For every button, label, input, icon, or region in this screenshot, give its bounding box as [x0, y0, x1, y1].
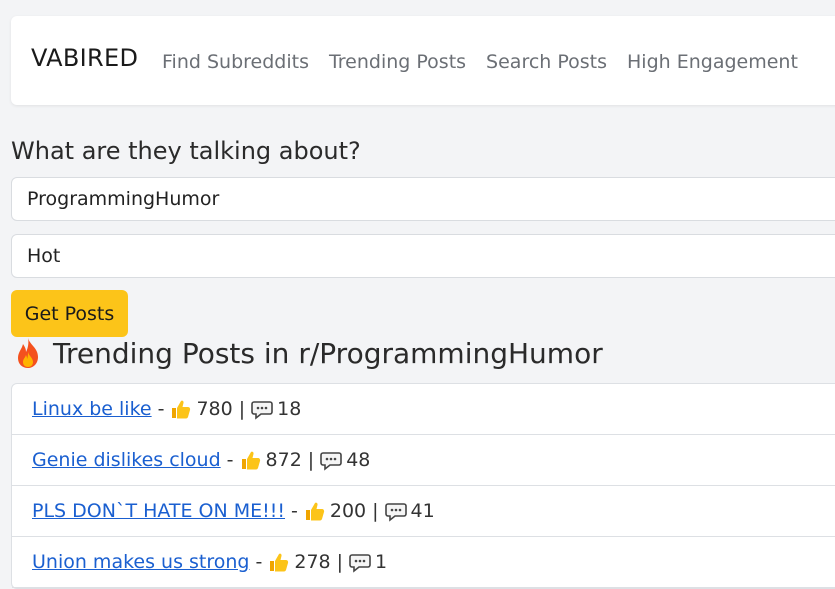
sort-select[interactable]: Hot [11, 234, 835, 278]
divider-pipe: | [307, 449, 315, 471]
separator: - [255, 551, 263, 573]
top-navbar: VABIRED Find Subreddits Trending Posts S… [11, 16, 835, 105]
subreddit-input[interactable]: ProgrammingHumor [11, 177, 835, 221]
comment-icon [384, 500, 407, 522]
thumbs-up-icon [268, 551, 290, 573]
nav-links: Find Subreddits Trending Posts Search Po… [162, 51, 798, 73]
comment-icon [251, 398, 273, 420]
nav-find-subreddits[interactable]: Find Subreddits [162, 51, 309, 73]
likes-count: 872 [265, 449, 302, 471]
thumbs-up-icon [240, 449, 262, 471]
nav-trending-posts[interactable]: Trending Posts [329, 51, 466, 73]
likes-count: 200 [329, 500, 367, 522]
nav-high-engagement[interactable]: High Engagement [627, 51, 798, 73]
sort-select-value: Hot [27, 245, 61, 267]
list-item: Genie dislikes cloud - 872 | 48 [12, 435, 835, 486]
divider-pipe: | [336, 551, 344, 573]
separator: - [291, 500, 298, 522]
comments-count: 18 [277, 398, 302, 420]
thumbs-up-icon [170, 398, 192, 420]
comments-count: 41 [410, 500, 435, 522]
posts-list: Linux be like -780 | 18 Genie dislikes cloud… [11, 383, 835, 589]
results-heading: Trending Posts in r/ProgrammingHumor [11, 336, 603, 370]
comments-count: 1 [375, 551, 388, 573]
comment-icon [320, 449, 343, 471]
list-item: Linux be like - 780 | 18 [12, 384, 835, 435]
list-item: PLS DON`T HATE ON ME!!! - 200 | 41 [12, 486, 835, 537]
comment-icon [349, 551, 371, 573]
nav-search-posts[interactable]: Search Posts [486, 51, 607, 73]
fire-icon [18, 338, 38, 368]
get-posts-button[interactable]: Get Posts [11, 290, 128, 337]
question-label: What are they talking about? [11, 137, 361, 165]
thumbs-up-icon [304, 500, 326, 522]
post-title-link[interactable]: Linux be like [32, 398, 152, 420]
brand-logo[interactable]: VABIRED [31, 44, 138, 72]
results-heading-text: Trending Posts in r/ProgrammingHumor [53, 336, 603, 370]
separator: - [157, 398, 165, 420]
separator: - [226, 449, 234, 471]
likes-count: 780 [196, 398, 233, 420]
list-item: Union makes us strong - 278 | 1 [12, 537, 835, 588]
likes-count: 278 [294, 551, 331, 573]
post-title-link[interactable]: PLS DON`T HATE ON ME!!! [32, 500, 285, 522]
comments-count: 48 [346, 449, 371, 471]
divider-pipe: | [372, 500, 379, 522]
post-title-link[interactable]: Union makes us strong [32, 551, 250, 573]
divider-pipe: | [238, 398, 246, 420]
post-title-link[interactable]: Genie dislikes cloud [32, 449, 221, 471]
subreddit-input-value: ProgrammingHumor [27, 188, 220, 210]
